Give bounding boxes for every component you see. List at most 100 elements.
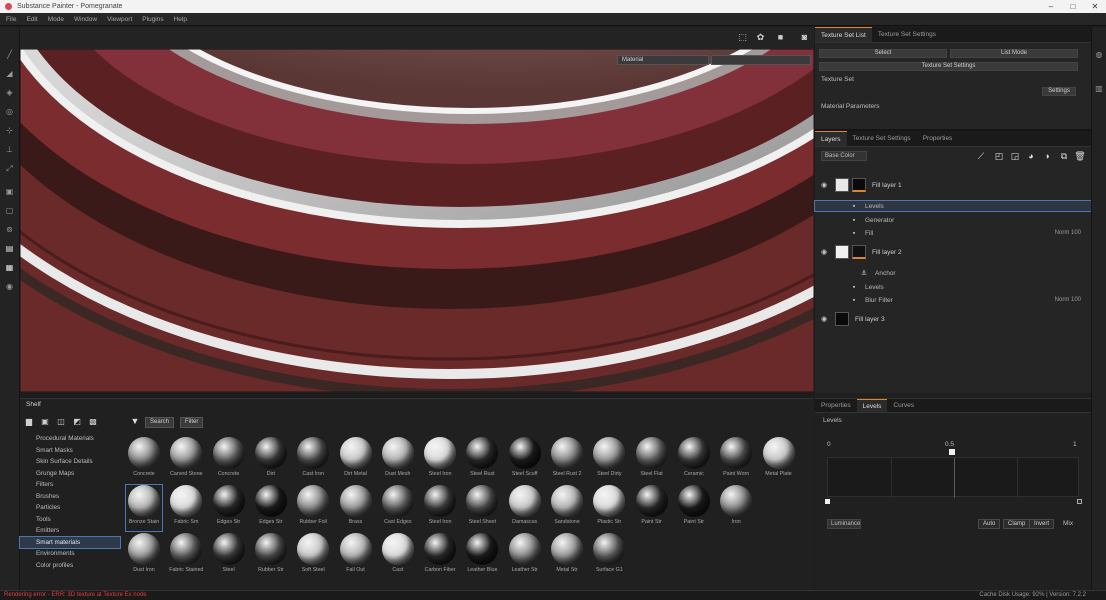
filter-chip[interactable]: Filter	[180, 416, 204, 428]
shelf-category[interactable]: Tools	[20, 514, 120, 526]
shelf-category[interactable]: Skin Surface Details	[20, 456, 120, 468]
viewport[interactable]	[20, 49, 814, 392]
material-thumbnail[interactable]: Steel Rust 2	[549, 437, 585, 483]
funnel-icon[interactable]: ▼	[129, 416, 141, 428]
shelf-category[interactable]: Emitters	[20, 525, 120, 537]
material-thumbnail[interactable]: Paint Worn	[718, 437, 754, 483]
material-thumbnail[interactable]: Concrete	[211, 437, 247, 483]
eraser-icon[interactable]: ◢	[4, 68, 16, 80]
properties-dock-icon[interactable]: ▥	[1093, 83, 1105, 95]
tab-properties[interactable]: Properties	[815, 399, 857, 412]
paint-icon[interactable]: ╱	[4, 49, 16, 61]
visibility-eye-icon[interactable]: ◉	[819, 181, 829, 189]
list-mode-button[interactable]: List Mode	[950, 49, 1078, 58]
material-thumbnail[interactable]: Leather Str	[507, 533, 543, 579]
menu-file[interactable]: File	[6, 16, 16, 23]
tab-layers[interactable]: Layers	[815, 131, 847, 146]
menu-edit[interactable]: Edit	[26, 16, 37, 23]
material-thumbnail[interactable]: Carbon Fiber	[422, 533, 458, 579]
clamp-button[interactable]: Clamp	[1003, 519, 1031, 529]
add-folder-icon[interactable]: ◑	[1041, 150, 1053, 162]
material-thumbnail[interactable]: Cast	[380, 533, 416, 579]
material-thumbnail[interactable]: Metal Str	[549, 533, 585, 579]
shelf-category[interactable]: Filters	[20, 479, 120, 491]
sublayer-row[interactable]: ▪ Generator	[815, 215, 1091, 225]
camera-settings-icon[interactable]: ✿	[754, 32, 767, 44]
layer-row[interactable]: ◉ Fill layer 2	[815, 241, 1091, 263]
filter-icon[interactable]: ◩	[72, 417, 82, 427]
tab-curves[interactable]: Curves	[887, 399, 920, 412]
settings-button[interactable]: Settings	[1042, 87, 1076, 96]
menu-plugins[interactable]: Plugins	[142, 16, 163, 23]
shelf-category[interactable]: Brushes	[20, 491, 120, 503]
clone-icon[interactable]: ⊹	[4, 125, 16, 137]
material-thumbnail[interactable]: Soft Steel	[295, 533, 331, 579]
material-thumbnail[interactable]: Steel Scuff	[507, 437, 543, 483]
material-thumbnail[interactable]: Rubber Str	[253, 533, 289, 579]
material-thumbnail[interactable]: Surface G1	[591, 533, 627, 579]
polygon-fill-icon[interactable]: ▣	[4, 186, 16, 198]
visibility-eye-icon[interactable]: ◉	[819, 248, 829, 256]
sublayer-row[interactable]: ▪ Fill Norm 100	[815, 228, 1091, 238]
selection-icon[interactable]: ▢	[4, 205, 16, 217]
sublayer-row[interactable]: ⚓ Anchor	[815, 268, 1091, 278]
shelf-category[interactable]: Environments	[20, 548, 120, 560]
material-thumbnail[interactable]: Edges Str	[211, 485, 247, 531]
material-thumbnail[interactable]: Leather Blue	[464, 533, 500, 579]
material-thumbnail[interactable]: Bronze Stain	[125, 484, 163, 532]
fill-icon[interactable]: ⤢	[4, 163, 16, 175]
sublayer-row[interactable]: ▪ Levels	[815, 282, 1091, 292]
add-mask-icon[interactable]: ◕	[1025, 150, 1037, 162]
material-thumbnail[interactable]: Damascus	[507, 485, 543, 531]
material-thumbnail[interactable]: Steel	[211, 533, 247, 579]
material-thumbnail[interactable]: Rubber Foil	[295, 485, 331, 531]
visibility-eye-icon[interactable]: ▪	[849, 297, 859, 304]
material-mode-dropdown[interactable]: Material	[617, 55, 709, 65]
texture-set-settings-button[interactable]: Texture Set Settings	[819, 62, 1078, 71]
duplicate-icon[interactable]: ⧉	[1058, 150, 1070, 162]
search-chip[interactable]: Search	[145, 416, 175, 428]
levels-histogram[interactable]	[827, 457, 1079, 498]
geometry-icon[interactable]: ⊚	[4, 224, 16, 236]
material-thumbnail[interactable]: Dirt	[253, 437, 289, 483]
sublayer-row[interactable]: ▪ Levels	[814, 200, 1092, 212]
shelf-category[interactable]: Particles	[20, 502, 120, 514]
maximize-button[interactable]: □	[1062, 2, 1084, 11]
invert-button[interactable]: Invert	[1029, 519, 1055, 529]
channel-select[interactable]: Luminance	[827, 519, 861, 529]
layer-row[interactable]: ◉ Fill layer 1	[815, 174, 1091, 196]
material-thumbnail[interactable]: Dust Iron	[126, 533, 162, 579]
display-settings-icon[interactable]: ◙	[798, 32, 811, 44]
folder-icon[interactable]: ▆	[24, 417, 34, 427]
layer-row[interactable]: ◉ Fill layer 3	[815, 309, 1091, 329]
shelf-category[interactable]: Procedural Materials	[20, 433, 120, 445]
menu-viewport[interactable]: Viewport	[107, 16, 132, 23]
material-thumbnail[interactable]: Dust Mesh	[380, 437, 416, 483]
close-button[interactable]: ✕	[1084, 2, 1106, 11]
record-icon[interactable]: ■	[774, 32, 787, 44]
material-thumbnail[interactable]: Fall Out	[338, 533, 374, 579]
white-point-handle[interactable]	[1077, 499, 1082, 504]
material-thumbnail[interactable]: Steel Flat	[634, 437, 670, 483]
black-point-handle[interactable]	[825, 499, 830, 504]
material-thumbnail[interactable]: Fabric Stained	[168, 533, 204, 579]
delete-icon[interactable]: 🗑	[1074, 150, 1086, 162]
screenshot-icon[interactable]: ⬚	[736, 32, 749, 44]
material-thumbnail[interactable]: Metal Plate	[761, 437, 797, 483]
menu-window[interactable]: Window	[74, 16, 97, 23]
material-thumbnail[interactable]: Concrete	[126, 437, 162, 483]
visibility-eye-icon[interactable]: ◉	[819, 315, 829, 323]
blend-mode-select[interactable]: Base Color	[821, 151, 867, 161]
shelf-category[interactable]: Grunge Maps	[20, 468, 120, 480]
material-thumbnail[interactable]: Dirt Metal	[338, 437, 374, 483]
tab-texture-set-list[interactable]: Texture Set List	[815, 27, 872, 42]
layers-dock-icon[interactable]: ◍	[1093, 49, 1105, 61]
render-icon[interactable]: ▦	[4, 262, 16, 274]
material-thumbnail[interactable]: Cast Edges	[380, 485, 416, 531]
material-thumbnail[interactable]: Cast Iron	[295, 437, 331, 483]
sublayer-row[interactable]: ▪ Blur Filter Norm 100	[815, 295, 1091, 305]
shelf-category[interactable]: Color profiles	[20, 560, 120, 572]
bake-icon[interactable]: ▤	[4, 243, 16, 255]
material-thumbnail[interactable]: Paint Str	[634, 485, 670, 531]
material-thumbnail[interactable]: Carved Stone	[168, 437, 204, 483]
